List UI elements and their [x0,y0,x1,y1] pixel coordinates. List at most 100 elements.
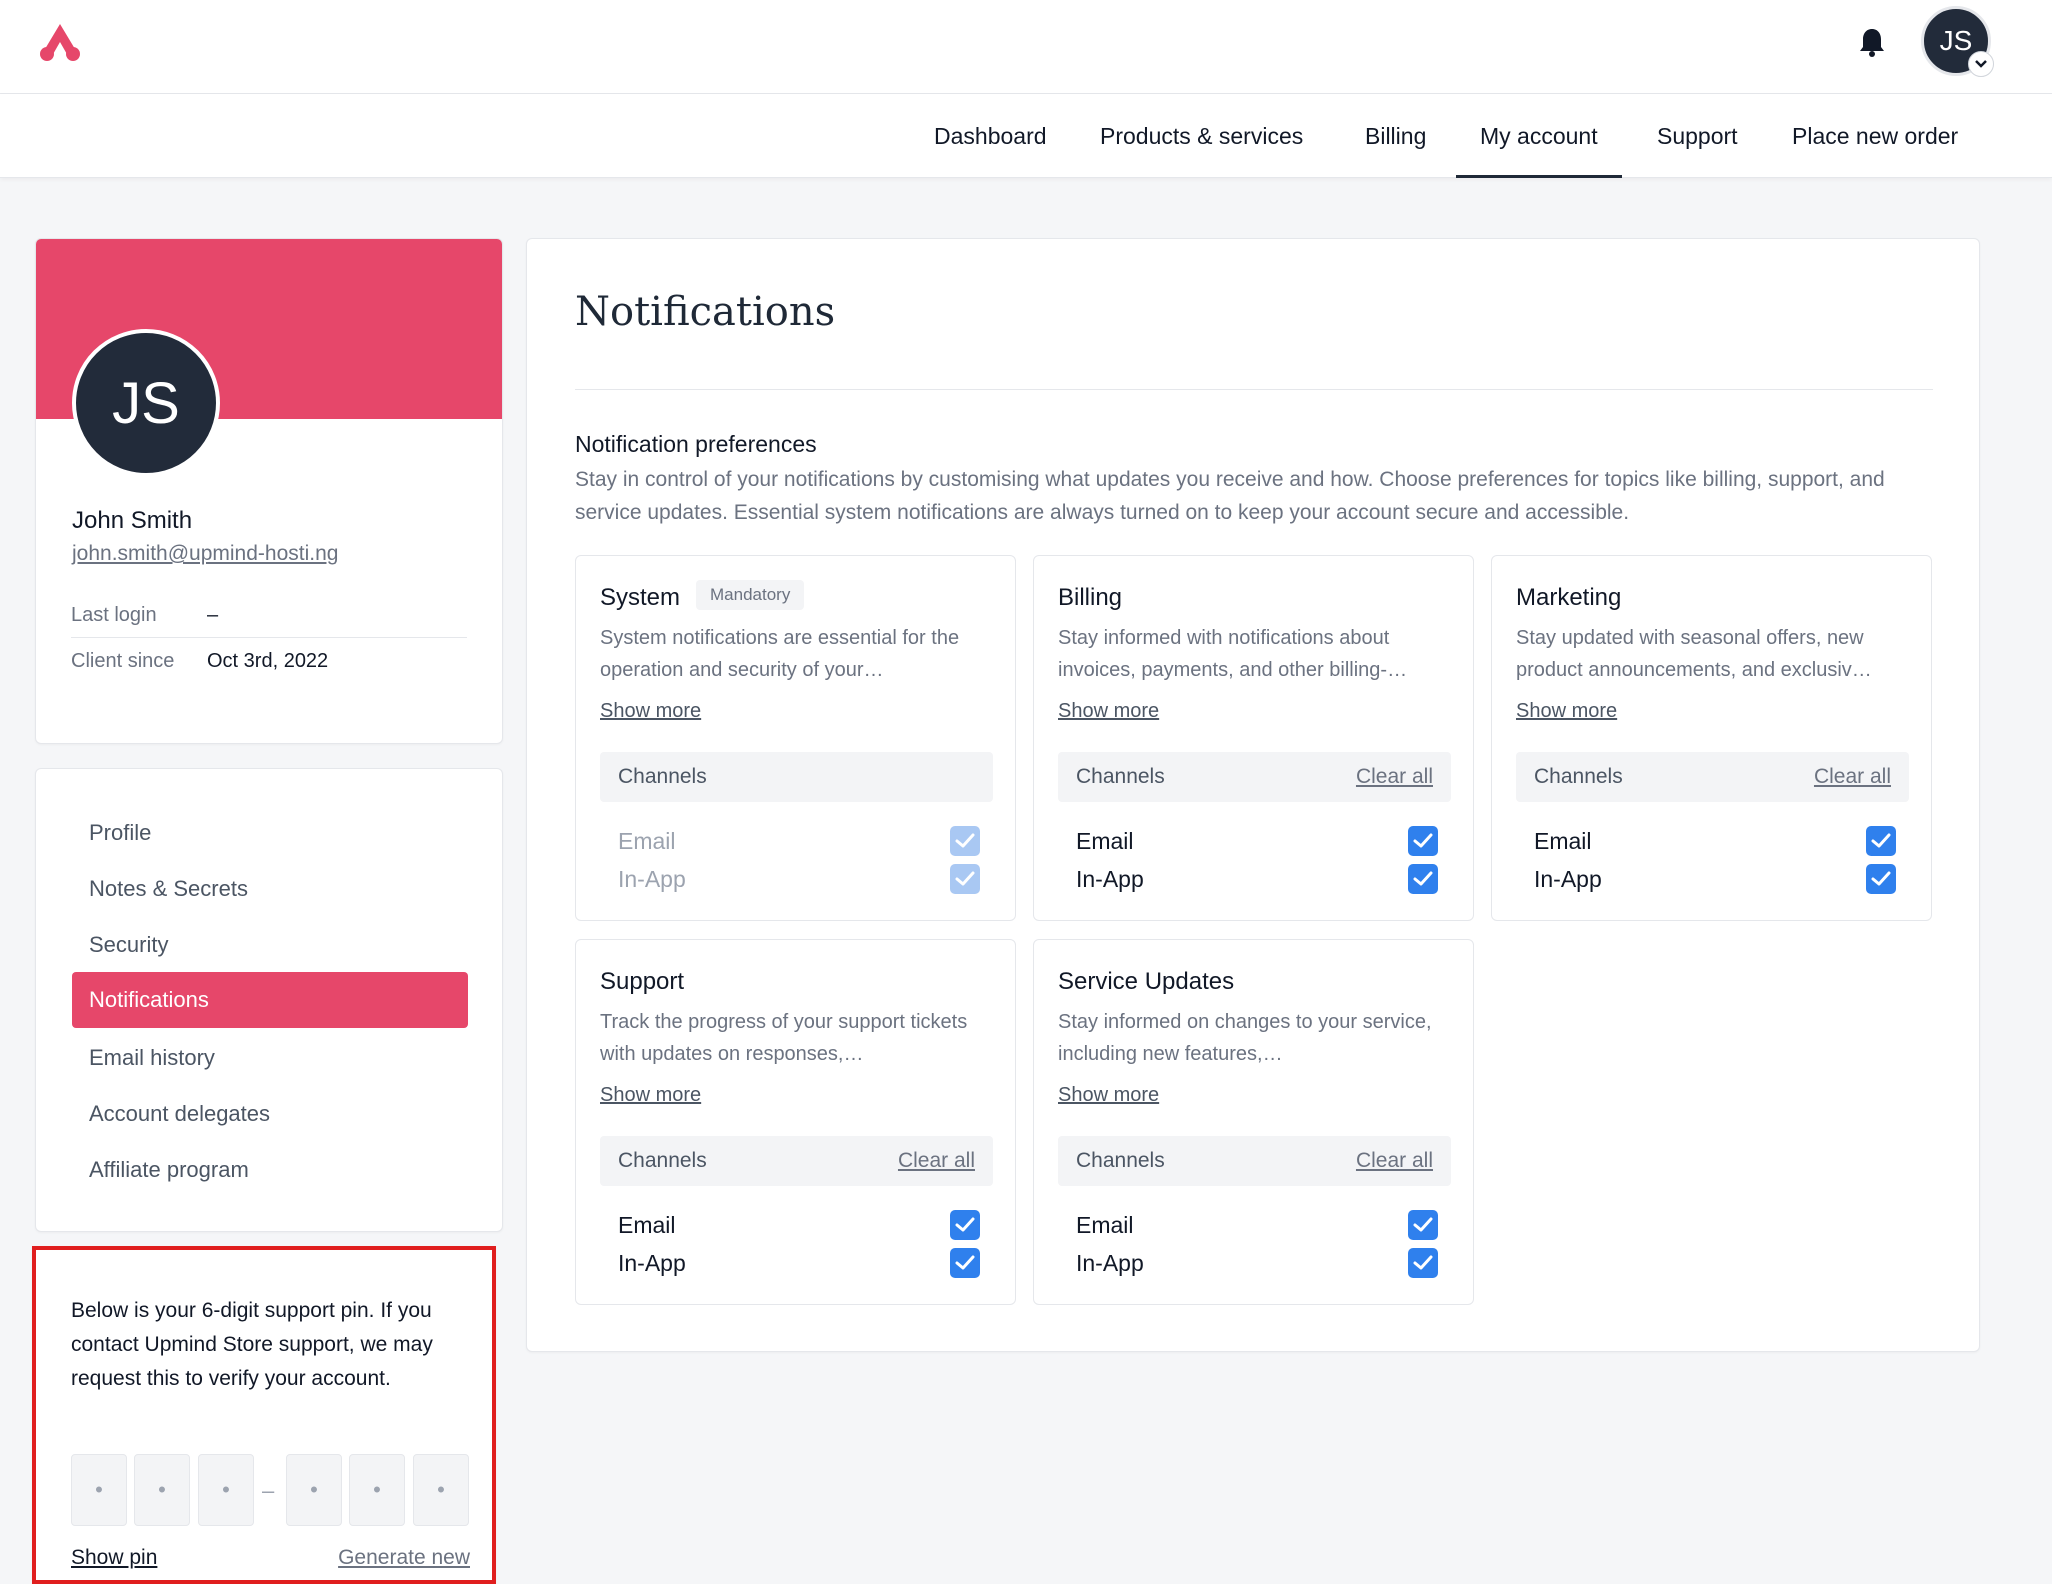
menu-item-notifications[interactable]: Notifications [72,972,468,1028]
support-pin-text: Below is your 6-digit support pin. If yo… [71,1299,433,1390]
profile-email-link[interactable]: john.smith@upmind-hosti.ng [72,542,338,566]
menu-item-account-delegates[interactable]: Account delegates [72,1086,468,1142]
topic-card-marketing: Marketing Stay updated with seasonal offe… [1491,555,1932,921]
profile-avatar: JS [72,329,220,477]
clear-all-link[interactable]: Clear all [1356,765,1433,789]
topic-card-system: System Mandatory System notifications are … [575,555,1016,921]
channel-label: Email [618,828,676,854]
in-app-checkbox[interactable] [1408,1248,1438,1278]
in-app-checkbox[interactable] [1866,864,1896,894]
clear-all-link[interactable]: Clear all [1814,765,1891,789]
nav-my-account[interactable]: My account [1456,94,1622,178]
topic-description: Stay informed on changes to your service… [1058,1011,1432,1065]
menu-item-profile[interactable]: Profile [72,805,468,861]
show-more-link[interactable]: Show more [1058,700,1159,723]
channel-row-email: Email [1534,822,1896,860]
in-app-checkbox[interactable] [950,1248,980,1278]
clear-all-link[interactable]: Clear all [898,1149,975,1173]
pin-separator: – [262,1478,275,1503]
channel-row-in-app: In-App [1534,860,1896,898]
topic-description: System notifications are essential for t… [600,627,960,681]
pin-digit: • [286,1454,342,1526]
email-checkbox[interactable] [950,1210,980,1240]
upmind-logo-icon[interactable] [38,22,82,62]
account-menu: Profile Notes & Secrets Security Notific… [35,768,503,1232]
channel-label: Email [1076,1212,1134,1238]
pin-digit: • [71,1454,127,1526]
in-app-checkbox [950,864,980,894]
bell-icon[interactable] [1857,26,1887,58]
menu-item-security[interactable]: Security [72,917,468,973]
channel-label: In-App [1076,866,1144,892]
topic-description: Stay updated with seasonal offers, new p… [1516,627,1872,681]
show-more-link[interactable]: Show more [600,700,701,723]
topic-title: Billing [1058,584,1123,611]
channel-row-email: Email [1076,822,1438,860]
pin-digit: • [198,1454,254,1526]
preferences-title: Notification preferences [575,431,817,457]
avatar-initials: JS [1939,25,1973,56]
channels-label: Channels [1076,1149,1165,1172]
email-checkbox [950,826,980,856]
channels-header: Channels Clear all [600,1136,993,1186]
channel-label: Email [618,1212,676,1238]
channels-label: Channels [618,765,707,788]
topic-card-support: Support Track the progress of your suppor… [575,939,1016,1305]
support-pin-card: Below is your 6-digit support pin. If yo… [32,1246,496,1584]
menu-item-email-history[interactable]: Email history [72,1030,468,1086]
in-app-checkbox[interactable] [1408,864,1438,894]
channel-row-email: Email [618,1206,980,1244]
email-checkbox[interactable] [1866,826,1896,856]
channels-header: Channels [600,752,993,802]
pin-digit: • [349,1454,405,1526]
channels-header: Channels Clear all [1516,752,1909,802]
topic-card-billing: Billing Stay informed with notifications … [1033,555,1474,921]
nav-products-services[interactable]: Products & services [1076,94,1327,178]
channel-label: In-App [618,1250,686,1276]
client-since-value: Oct 3rd, 2022 [207,649,329,672]
generate-new-pin-link[interactable]: Generate new [338,1546,470,1570]
channel-row-in-app: In-App [1076,1244,1438,1282]
topic-description: Stay informed with notifications about i… [1058,627,1408,681]
channel-row-in-app: In-App [618,860,980,898]
email-checkbox[interactable] [1408,1210,1438,1240]
top-bar: JS [0,0,2052,94]
mandatory-badge: Mandatory [696,580,805,610]
user-avatar-menu[interactable]: JS [1921,6,1994,77]
email-checkbox[interactable] [1408,826,1438,856]
menu-item-affiliate-program[interactable]: Affiliate program [72,1142,468,1198]
topic-title: System [600,584,681,611]
topic-description: Track the progress of your support ticke… [600,1011,968,1065]
pin-digit: • [413,1454,469,1526]
last-login-value: – [207,604,219,626]
nav-place-new-order[interactable]: Place new order [1768,94,1982,178]
show-more-link[interactable]: Show more [1058,1084,1159,1107]
nav-support[interactable]: Support [1633,94,1762,178]
channel-label: In-App [1076,1250,1144,1276]
channels-label: Channels [618,1149,707,1172]
channel-row-in-app: In-App [618,1244,980,1282]
show-more-link[interactable]: Show more [1516,700,1617,723]
channels-label: Channels [1534,765,1623,788]
clear-all-link[interactable]: Clear all [1356,1149,1433,1173]
client-since-label: Client since [71,649,175,672]
notifications-card: Notifications Notification preferences S… [526,238,1980,1352]
channels-label: Channels [1076,765,1165,788]
nav-dashboard[interactable]: Dashboard [910,94,1071,178]
client-since-row: Client since Oct 3rd, 2022 [71,639,467,683]
channels-header: Channels Clear all [1058,1136,1451,1186]
channel-row-in-app: In-App [1076,860,1438,898]
channel-label: Email [1076,828,1134,854]
show-pin-link[interactable]: Show pin [71,1546,157,1570]
page-title: Notifications [575,289,836,335]
topic-title: Marketing [1516,584,1622,611]
menu-item-notes-secrets[interactable]: Notes & Secrets [72,861,468,917]
show-more-link[interactable]: Show more [600,1084,701,1107]
topic-title: Support [600,968,685,995]
channel-label: In-App [1534,866,1602,892]
profile-name: John Smith [72,507,193,534]
main-nav: Dashboard Products & services Billing My… [0,94,2052,178]
nav-billing[interactable]: Billing [1341,94,1450,178]
chevron-down-icon [1968,51,1994,77]
channel-row-email: Email [1076,1206,1438,1244]
